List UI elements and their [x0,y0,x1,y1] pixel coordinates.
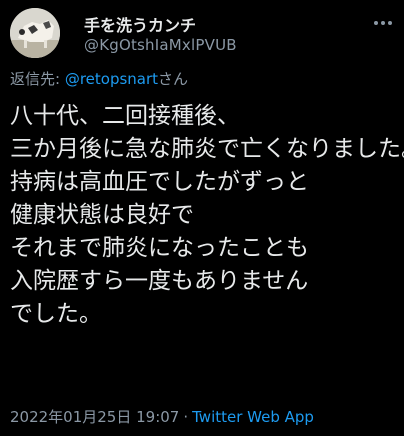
meta-separator: · [183,408,189,426]
more-options-icon[interactable] [372,12,394,34]
source-app-link[interactable]: Twitter Web App [192,408,314,426]
reply-prefix: 返信先: [10,70,65,88]
tweet-text-line: でした。 [10,301,102,327]
tweet-text-line: 入院歴すら一度もありません [10,268,309,294]
avatar[interactable] [10,8,60,58]
tweet-header: 手を洗うカンチ @KgOtshIaMxlPVUB [10,8,394,60]
tweet-text-line: 三か月後に急な肺炎で亡くなりました。 [10,136,404,162]
tweet-card: 手を洗うカンチ @KgOtshIaMxlPVUB 返信先: @retopsnar… [0,0,404,436]
tweet-text-line: 持病は高血圧でしたがずっと [10,169,309,195]
reply-mention-link[interactable]: @retopsnart [65,70,158,88]
tweet-meta: 2022年01月25日 19:07 · Twitter Web App [10,406,314,427]
display-name[interactable]: 手を洗うカンチ [84,12,196,36]
tweet-text: 八十代、二回接種後、 三か月後に急な肺炎で亡くなりました。 持病は高血圧でしたが… [10,100,404,331]
reply-context: 返信先: @retopsnartさん [10,68,188,89]
tweet-timestamp[interactable]: 2022年01月25日 19:07 [10,408,179,426]
tweet-text-line: 健康状態は良好で [10,202,194,228]
user-handle[interactable]: @KgOtshIaMxlPVUB [84,36,237,54]
reply-suffix: さん [158,70,189,88]
tweet-text-line: それまで肺炎になったことも [10,235,309,261]
tweet-text-line: 八十代、二回接種後、 [10,103,240,129]
